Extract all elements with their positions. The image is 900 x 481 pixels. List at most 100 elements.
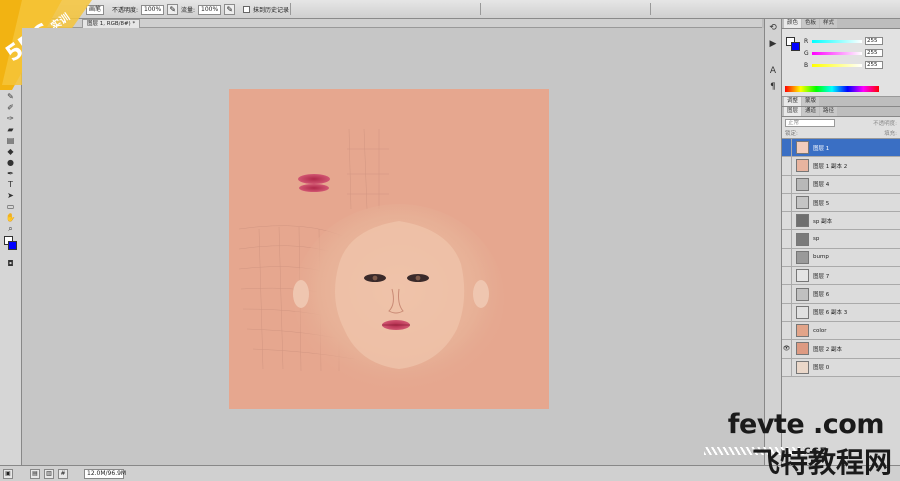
tab-styles[interactable]: 样式 — [820, 19, 838, 28]
panel-background-swatch[interactable] — [791, 42, 800, 51]
paragraph-icon[interactable]: ¶ — [767, 81, 779, 94]
pressure-opacity-icon[interactable]: ✎ — [167, 4, 179, 15]
layer-name: 图层 5 — [813, 200, 830, 207]
opacity-input[interactable]: 100% — [141, 4, 165, 15]
layer-thumbnail — [796, 360, 809, 374]
layer-row[interactable]: 图层 5 — [782, 193, 900, 213]
visibility-eye-icon[interactable] — [782, 285, 792, 303]
layer-name: sp 副本 — [813, 218, 833, 225]
tab-swatches[interactable]: 色板 — [802, 19, 820, 28]
red-track[interactable] — [812, 39, 862, 43]
zoom-icon[interactable]: ⌕ — [4, 223, 18, 234]
tab-color[interactable]: 颜色 — [784, 19, 802, 28]
right-panels: 颜色 色板 样式 R 255 G 255 B 255 调整 蒙版 图层 通道 路… — [782, 19, 900, 465]
background-color-swatch[interactable] — [8, 241, 17, 250]
opacity-label: 不透明度: — [873, 121, 897, 127]
layer-row[interactable]: 图层 1 副本 2 — [782, 157, 900, 176]
fill-label: 填充: — [884, 131, 897, 137]
history-checkbox[interactable] — [243, 6, 250, 13]
layer-row[interactable]: 图层 6 — [782, 285, 900, 304]
blue-value[interactable]: 255 — [865, 61, 883, 69]
tab-adjustments[interactable]: 调整 — [784, 97, 802, 106]
blue-slider[interactable]: B 255 — [804, 61, 898, 69]
layer-thumbnail — [796, 159, 809, 173]
green-track[interactable] — [812, 51, 862, 55]
visibility-eye-icon[interactable] — [782, 358, 792, 376]
layer-row[interactable]: color — [782, 321, 900, 341]
visibility-eye-icon[interactable] — [782, 230, 792, 248]
layer-name: 图层 0 — [813, 365, 830, 372]
visibility-eye-icon[interactable]: 👁 — [782, 340, 792, 358]
layers-panel-tabs: 图层 通道 路径 — [782, 107, 900, 117]
blur-icon[interactable]: ◆ — [4, 146, 18, 157]
layer-row[interactable]: bump — [782, 248, 900, 268]
layer-thumbnail — [796, 324, 809, 338]
doc-size-field: 12.0M/96.9M — [84, 469, 126, 479]
tab-channels[interactable]: 通道 — [802, 107, 820, 116]
document-canvas[interactable] — [229, 89, 549, 409]
photoshop-window: 画笔 不透明度: 100% ✎ 流量: 100% ✎ 抹到历史记录 图层 1, … — [0, 0, 900, 481]
red-slider[interactable]: R 255 — [804, 37, 898, 45]
quick-mask-icon[interactable]: ◘ — [4, 258, 18, 269]
path-select-icon[interactable]: ➤ — [4, 190, 18, 201]
layer-thumbnail — [796, 250, 809, 264]
grid-icon[interactable]: # — [58, 469, 68, 479]
red-value[interactable]: 255 — [865, 37, 883, 45]
layer-row[interactable]: 图层 6 副本 3 — [782, 303, 900, 322]
eraser-icon[interactable]: ▰ — [4, 124, 18, 135]
tab-paths[interactable]: 路径 — [820, 107, 838, 116]
shape-icon[interactable]: ▭ — [4, 201, 18, 212]
visibility-eye-icon[interactable] — [782, 321, 792, 340]
layer-name: 图层 4 — [813, 182, 830, 189]
character-icon[interactable]: A — [767, 65, 779, 78]
visibility-eye-icon[interactable] — [782, 248, 792, 267]
color-spectrum[interactable] — [785, 86, 879, 92]
layer-row[interactable]: 图层 1 — [782, 139, 900, 158]
bridge-icon[interactable]: ▣ — [3, 469, 13, 479]
layer-thumbnail — [796, 287, 809, 301]
layer-name: sp — [813, 236, 820, 243]
layer-row[interactable]: 👁 图层 2 副本 — [782, 340, 900, 359]
flow-input[interactable]: 100% — [198, 4, 222, 15]
pen-icon[interactable]: ✒ — [4, 168, 18, 179]
type-icon[interactable]: T — [4, 179, 18, 190]
layers-mini-icon[interactable]: ▤ — [30, 469, 40, 479]
blue-label: B — [804, 61, 809, 69]
blue-track[interactable] — [812, 63, 862, 67]
airbrush-icon[interactable]: ✎ — [224, 4, 236, 15]
visibility-eye-icon[interactable] — [782, 212, 792, 230]
layer-row[interactable]: sp 副本 — [782, 212, 900, 231]
blend-mode-select[interactable]: 正常 — [785, 119, 835, 127]
visibility-eye-icon[interactable] — [782, 139, 792, 157]
tab-masks[interactable]: 蒙版 — [802, 97, 820, 106]
layer-name: color — [813, 327, 827, 334]
hand-icon[interactable]: ✋ — [4, 212, 18, 223]
layer-row[interactable]: 图层 4 — [782, 175, 900, 194]
adjust-panel-tabs: 调整 蒙版 — [782, 97, 900, 107]
visibility-eye-icon[interactable] — [782, 193, 792, 212]
face-texture-illustration — [229, 89, 549, 409]
color-panel-tabs: 颜色 色板 样式 — [782, 19, 900, 29]
layer-row[interactable]: 图层 0 — [782, 358, 900, 377]
green-slider[interactable]: G 255 — [804, 49, 898, 57]
layer-row[interactable]: sp — [782, 230, 900, 249]
gradient-icon[interactable]: ▤ — [4, 135, 18, 146]
visibility-eye-icon[interactable] — [782, 175, 792, 193]
layer-thumbnail — [796, 342, 809, 356]
layer-thumbnail — [796, 177, 809, 191]
green-value[interactable]: 255 — [865, 49, 883, 57]
flow-label: 流量: — [181, 7, 196, 14]
tab-layers[interactable]: 图层 — [784, 107, 802, 116]
history-brush-icon[interactable]: ✑ — [4, 113, 18, 124]
layer-row[interactable]: 图层 7 — [782, 267, 900, 286]
workspace — [22, 28, 764, 465]
visibility-eye-icon[interactable] — [782, 157, 792, 175]
history-icon[interactable]: ⟲ — [767, 22, 779, 35]
visibility-eye-icon[interactable] — [782, 303, 792, 321]
visibility-eye-icon[interactable] — [782, 267, 792, 285]
options-bar: 画笔 不透明度: 100% ✎ 流量: 100% ✎ 抹到历史记录 — [0, 0, 900, 19]
dodge-icon[interactable]: ● — [4, 157, 18, 168]
actions-icon[interactable]: ▶ — [767, 38, 779, 51]
mini-bridge-icon[interactable]: ▥ — [44, 469, 54, 479]
clone-stamp-icon[interactable]: ✐ — [4, 102, 18, 113]
